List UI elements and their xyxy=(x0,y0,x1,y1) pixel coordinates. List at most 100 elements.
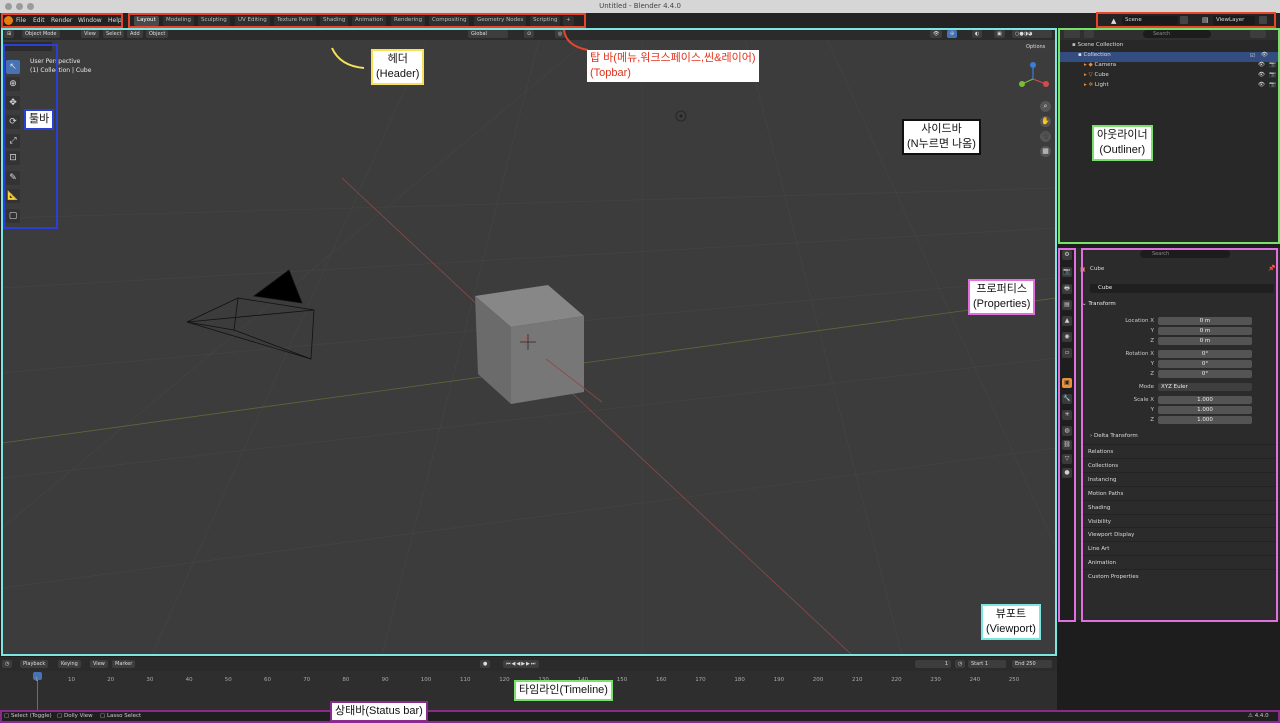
object-name-field[interactable]: Cube xyxy=(1090,284,1274,293)
new-scene-icon[interactable] xyxy=(1180,16,1188,24)
camera-view-icon[interactable]: 🎥 xyxy=(1040,131,1051,142)
options-button[interactable]: Options xyxy=(1023,43,1049,51)
pin-icon[interactable]: 📌 xyxy=(1268,265,1275,272)
rotate-tool-icon[interactable]: ⟳ xyxy=(6,115,20,129)
auto-keying-icon[interactable]: ● xyxy=(480,660,491,668)
cube-object[interactable] xyxy=(475,285,584,404)
material-tab-icon[interactable]: ● xyxy=(1062,468,1072,478)
light-render-icon[interactable]: 📷 xyxy=(1269,82,1276,88)
panel-custom-properties[interactable]: Custom Properties xyxy=(1080,569,1276,582)
tab-layout[interactable]: Layout xyxy=(134,16,159,26)
shading-mode-icon[interactable]: ○●◑◕ xyxy=(1012,30,1052,38)
panel-relations[interactable]: Relations xyxy=(1080,444,1276,457)
tab-rendering[interactable]: Rendering xyxy=(391,16,426,26)
collection-visibility-icon[interactable]: 👁 xyxy=(1261,52,1268,58)
world-tab-icon[interactable]: ◉ xyxy=(1062,332,1072,342)
menu-render[interactable]: Render xyxy=(51,17,72,24)
navigation-gizmo[interactable] xyxy=(1014,60,1052,98)
timeline-editor-type-icon[interactable]: ◷ xyxy=(2,660,13,668)
use-preview-range-icon[interactable]: ◷ xyxy=(955,660,966,668)
scale-z-field[interactable]: 1.000 xyxy=(1158,416,1252,424)
transform-tool-icon[interactable]: ⊡ xyxy=(6,151,20,165)
timeline-view-menu[interactable]: View xyxy=(90,660,108,668)
view-layer-tab-icon[interactable]: ▤ xyxy=(1062,300,1072,310)
view-layer-selector[interactable]: ViewLayer xyxy=(1213,16,1255,25)
3d-viewport[interactable]: ⊞ Object Mode View Select Add Object Glo… xyxy=(2,28,1056,655)
rotation-y-field[interactable]: 0° xyxy=(1158,360,1252,368)
rotation-mode-dropdown[interactable]: XYZ Euler xyxy=(1158,383,1252,391)
menu-help[interactable]: Help xyxy=(108,17,122,24)
playback-controls[interactable]: ⏮◀◀▶▶⏭ xyxy=(503,660,540,668)
mode-selector[interactable]: Object Mode xyxy=(22,30,60,38)
camera-render-icon[interactable]: 📷 xyxy=(1269,62,1276,68)
camera-object[interactable] xyxy=(186,269,315,360)
playhead-line[interactable] xyxy=(37,680,38,710)
view-layer-icon[interactable]: ▤ xyxy=(1202,16,1209,24)
location-x-field[interactable]: 0 m xyxy=(1158,317,1252,325)
properties-search[interactable]: Search xyxy=(1140,250,1230,258)
add-workspace-button[interactable]: + xyxy=(563,16,574,26)
transform-panel-header[interactable]: ⌄ Transform xyxy=(1082,301,1116,307)
menu-view[interactable]: View xyxy=(81,30,99,38)
tab-geometry-nodes[interactable]: Geometry Nodes xyxy=(474,16,527,26)
transform-orientation-selector[interactable]: Global xyxy=(468,30,508,38)
playback-menu[interactable]: Playback xyxy=(20,660,49,668)
outliner-editor-type-icon[interactable] xyxy=(1064,30,1080,38)
menu-window[interactable]: Window xyxy=(78,17,102,24)
light-object[interactable] xyxy=(675,110,687,122)
overlay-toggle-icon[interactable]: ◐ xyxy=(972,30,983,38)
tab-compositing[interactable]: Compositing xyxy=(429,16,470,26)
panel-animation[interactable]: Animation xyxy=(1080,555,1276,568)
delta-transform-subpanel[interactable]: › Delta Transform xyxy=(1090,433,1138,439)
panel-motion-paths[interactable]: Motion Paths xyxy=(1080,486,1276,499)
blender-logo-icon[interactable] xyxy=(4,16,13,25)
menu-add[interactable]: Add xyxy=(127,30,143,38)
light-visibility-icon[interactable]: 👁 xyxy=(1258,82,1265,88)
visibility-icon[interactable]: 👁 xyxy=(930,30,943,38)
scale-tool-icon[interactable]: ⤢ xyxy=(6,134,20,148)
editor-type-icon[interactable]: ⊞ xyxy=(4,30,15,38)
menu-edit[interactable]: Edit xyxy=(33,17,45,24)
display-mode-icon[interactable] xyxy=(1084,30,1094,38)
render-tab-icon[interactable]: 📷 xyxy=(1062,267,1072,277)
outliner-collection-row[interactable]: ▪ Collection ☑ 👁 xyxy=(1058,52,1280,62)
tab-texture-paint[interactable]: Texture Paint xyxy=(274,16,316,26)
snap-icon[interactable]: ⊙ xyxy=(524,30,535,38)
rotation-x-field[interactable]: 0° xyxy=(1158,350,1252,358)
panel-visibility[interactable]: Visibility xyxy=(1080,514,1276,527)
pan-hand-icon[interactable]: ✋ xyxy=(1040,116,1051,127)
collection-tab-icon[interactable]: ▫ xyxy=(1062,348,1072,358)
menu-select[interactable]: Select xyxy=(103,30,125,38)
current-frame-field[interactable]: 1 xyxy=(915,660,951,668)
cube-visibility-icon[interactable]: 👁 xyxy=(1258,72,1265,78)
gizmo-toggle-icon[interactable]: ✣ xyxy=(947,30,958,38)
scale-x-field[interactable]: 1.000 xyxy=(1158,396,1252,404)
annotate-tool-icon[interactable]: ✎ xyxy=(6,171,20,185)
measure-tool-icon[interactable]: 📐 xyxy=(6,189,20,203)
scene-tab-icon[interactable]: ▲ xyxy=(1062,316,1072,326)
outliner-item-light[interactable]: ▸ ✲ Light 👁 📷 xyxy=(1058,82,1280,92)
scene-icon[interactable]: ▲ xyxy=(1111,17,1116,25)
output-tab-icon[interactable]: 🖶 xyxy=(1062,284,1072,294)
tab-scripting[interactable]: Scripting xyxy=(530,16,561,26)
outliner-search[interactable]: Search xyxy=(1143,30,1211,38)
outliner-item-camera[interactable]: ▸ ◆ Camera 👁 📷 xyxy=(1058,62,1280,72)
outliner-scene-collection[interactable]: ▪ Scene Collection xyxy=(1058,42,1280,52)
select-box-tool-icon[interactable]: ↖ xyxy=(6,60,20,74)
physics-tab-icon[interactable]: ◍ xyxy=(1062,426,1072,436)
ortho-grid-icon[interactable]: ▦ xyxy=(1040,146,1051,157)
panel-collections[interactable]: Collections xyxy=(1080,458,1276,471)
camera-visibility-icon[interactable]: 👁 xyxy=(1258,62,1265,68)
object-tab-icon[interactable]: ▣ xyxy=(1062,378,1072,388)
menu-object[interactable]: Object xyxy=(146,30,169,38)
particles-tab-icon[interactable]: ✳ xyxy=(1062,410,1072,420)
tab-uv-editing[interactable]: UV Editing xyxy=(235,16,270,26)
scene-selector[interactable]: Scene xyxy=(1122,16,1178,25)
cube-render-icon[interactable]: 📷 xyxy=(1269,72,1276,78)
xray-toggle-icon[interactable]: ▣ xyxy=(994,30,1005,38)
tab-sculpting[interactable]: Sculpting xyxy=(198,16,230,26)
filter-icon[interactable] xyxy=(1250,30,1266,38)
marker-menu[interactable]: Marker xyxy=(112,660,136,668)
exclude-checkbox[interactable]: ☑ xyxy=(1250,53,1255,59)
end-frame-field[interactable]: End 250 xyxy=(1012,660,1052,668)
